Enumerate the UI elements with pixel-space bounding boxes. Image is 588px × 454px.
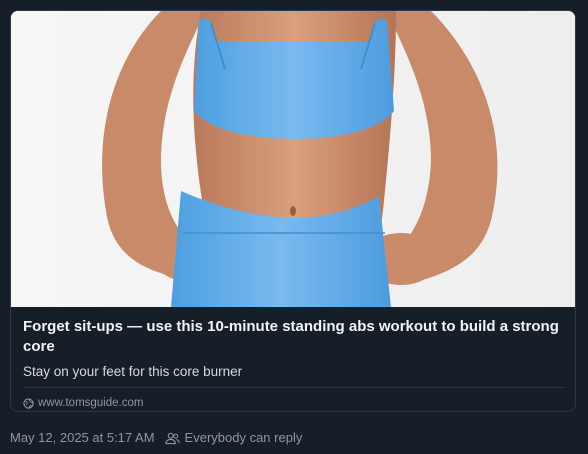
- link-preview-card[interactable]: Forget sit-ups — use this 10-minute stan…: [10, 10, 576, 412]
- post-timestamp[interactable]: May 12, 2025 at 5:17 AM: [10, 430, 155, 446]
- post-meta: May 12, 2025 at 5:17 AM Everybody can re…: [10, 430, 302, 446]
- reply-setting-label: Everybody can reply: [184, 430, 303, 445]
- source-link[interactable]: www.tomsguide.com: [23, 396, 143, 410]
- article-thumbnail-image[interactable]: [11, 11, 576, 307]
- article-title[interactable]: Forget sit-ups — use this 10-minute stan…: [23, 317, 565, 357]
- globe-icon: [23, 397, 34, 409]
- source-domain: www.tomsguide.com: [38, 397, 144, 409]
- reply-setting[interactable]: Everybody can reply: [164, 430, 303, 446]
- card-body: Forget sit-ups — use this 10-minute stan…: [23, 317, 565, 409]
- people-icon: [164, 432, 180, 444]
- card-divider: [23, 387, 565, 388]
- article-description: Stay on your feet for this core burner: [23, 364, 243, 379]
